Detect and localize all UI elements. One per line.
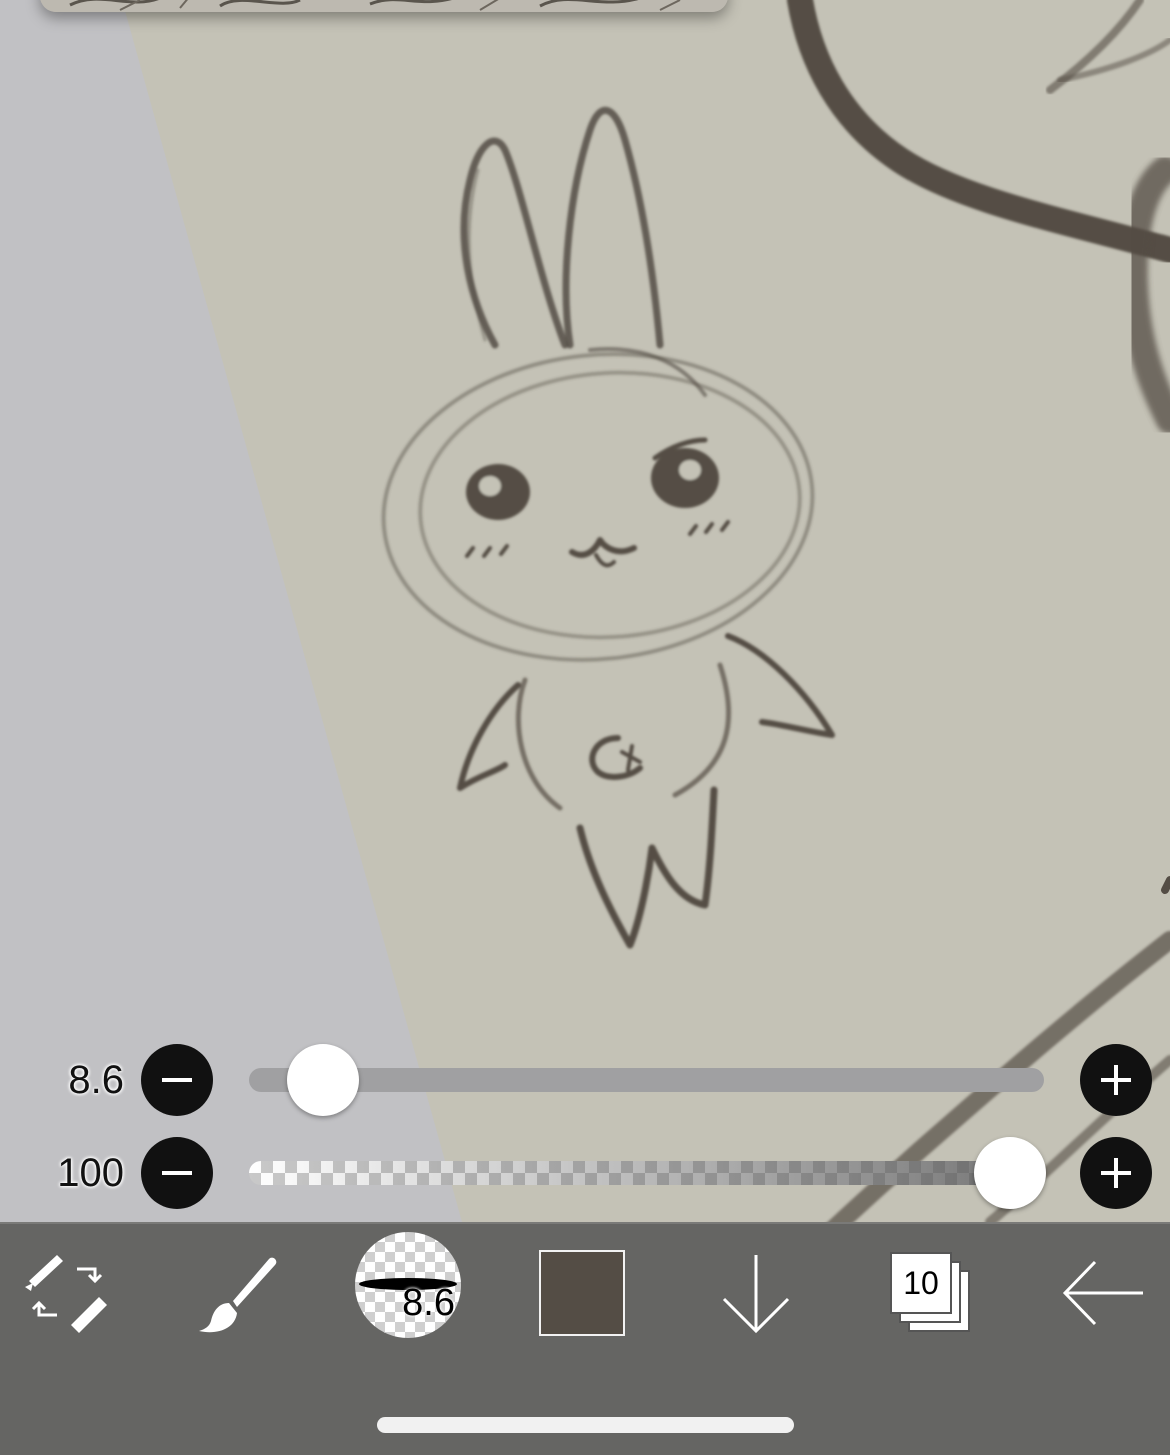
brush-size-slider-thumb[interactable] <box>287 1044 359 1116</box>
layers-icon: 10 <box>890 1252 972 1334</box>
opacity-slider[interactable] <box>249 1161 1044 1185</box>
opacity-value: 100 <box>57 1151 124 1195</box>
brush-size-slider[interactable] <box>249 1068 1044 1092</box>
layers-button[interactable]: 10 <box>889 1248 973 1338</box>
paintbrush-icon <box>199 1257 277 1333</box>
brush-size-decrease-button[interactable] <box>141 1044 213 1116</box>
brush-size-slider-row: 8.6 <box>0 1044 1170 1116</box>
canvas-artwork <box>0 0 1170 1364</box>
color-swatch <box>539 1250 625 1336</box>
color-button[interactable] <box>539 1248 625 1338</box>
minus-icon <box>162 1078 192 1082</box>
tool-switch-button[interactable] <box>22 1248 110 1338</box>
brush-preview-size: 8.6 <box>402 1282 455 1324</box>
arrow-left-icon <box>1062 1260 1143 1326</box>
brush-eraser-swap-icon <box>25 1255 107 1333</box>
brush-settings-button[interactable]: 8.6 <box>354 1232 462 1338</box>
brush-preview: 8.6 <box>355 1232 461 1338</box>
drawing-canvas[interactable] <box>0 0 1170 1364</box>
opacity-increase-button[interactable] <box>1080 1137 1152 1209</box>
brush-tool-button[interactable] <box>194 1248 280 1338</box>
opacity-slider-thumb[interactable] <box>974 1137 1046 1209</box>
brush-size-value: 8.6 <box>68 1058 124 1102</box>
opacity-slider-row: 100 <box>0 1137 1170 1209</box>
plus-icon <box>1101 1065 1131 1095</box>
back-button[interactable] <box>1060 1248 1146 1338</box>
bottom-toolbar: 8.6 10 <box>0 1222 1170 1455</box>
reference-image-panel[interactable] <box>40 0 728 12</box>
reference-image-texture <box>40 0 728 12</box>
arrow-down-icon <box>722 1255 790 1334</box>
opacity-gradient <box>249 1161 1044 1185</box>
home-indicator[interactable] <box>377 1417 794 1433</box>
plus-icon <box>1101 1158 1131 1188</box>
opacity-decrease-button[interactable] <box>141 1137 213 1209</box>
minus-icon <box>162 1171 192 1175</box>
brush-size-increase-button[interactable] <box>1080 1044 1152 1116</box>
layers-count: 10 <box>890 1252 952 1314</box>
download-button[interactable] <box>714 1248 798 1338</box>
